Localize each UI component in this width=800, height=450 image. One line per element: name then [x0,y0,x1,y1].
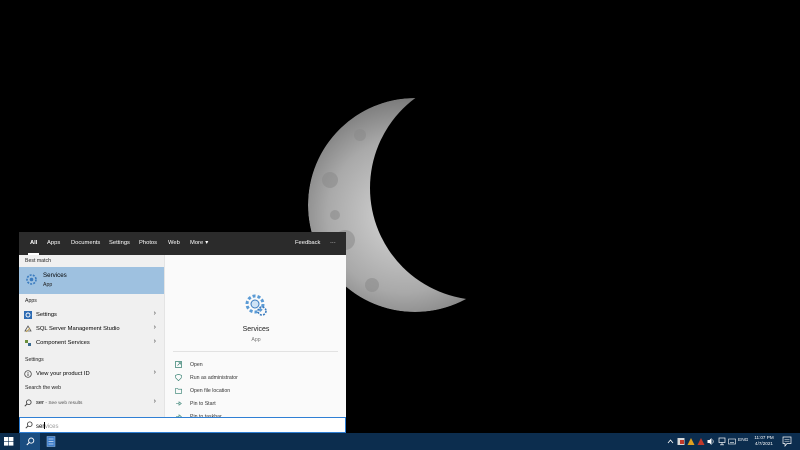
app-result-sql-server[interactable]: SQL Server Management Studio › [19,322,164,336]
chevron-right-icon[interactable]: › [154,398,156,405]
action-label: Open [190,362,203,368]
preview-subtitle: App [251,337,261,343]
pin-icon [176,401,182,406]
shield-icon [175,374,182,381]
preview-pane: Services App Open Run as administrator O… [164,255,346,420]
tab-more-label: More [190,240,204,246]
apps-heading: Apps [25,298,37,304]
keyboard-icon[interactable] [728,437,736,446]
info-icon [24,370,32,378]
action-label: Open file location [190,388,231,394]
chevron-right-icon[interactable]: › [154,324,156,331]
app-result-label: Component Services [36,339,90,346]
search-icon [26,437,35,446]
search-icon [25,421,33,429]
chevron-right-icon[interactable]: › [154,338,156,345]
chevron-down-icon: ▾ [205,240,209,246]
search-panel: All Apps Documents Settings Photos Web M… [19,232,346,433]
taskbar-search-button[interactable] [20,433,40,450]
component-services-icon [25,340,31,346]
tab-photos[interactable]: Photos [139,232,157,255]
open-icon [175,361,182,368]
chevron-right-icon[interactable]: › [154,369,156,376]
tab-more[interactable]: More ▾ [190,232,208,255]
feedback-button[interactable]: Feedback [295,232,320,255]
folder-icon [175,388,182,394]
search-typed-text: ser [36,424,45,430]
tray-app-icon[interactable] [677,437,685,446]
settings-app-icon [24,311,32,319]
best-match-item[interactable]: Services App [19,267,164,294]
search-icon [24,399,32,407]
preview-title: Services [242,326,270,333]
setting-result-label: View your product ID [36,370,90,377]
web-search-result[interactable]: ser - See web results › [19,396,164,410]
web-result-query: ser [36,399,45,406]
web-result-suffix: - See web results [44,400,83,406]
taskbar: ENG 11:07 PM 4/7/2021 [0,433,800,450]
services-gear-icon [26,274,37,285]
clock[interactable]: 11:07 PM 4/7/2021 [752,435,776,447]
tab-settings[interactable]: Settings [109,232,130,255]
network-icon[interactable] [718,437,726,446]
search-autocomplete-suggestion: vices [44,424,59,430]
volume-icon[interactable] [707,437,715,446]
chevron-up-icon[interactable] [667,437,674,446]
language-indicator[interactable]: ENG [738,438,748,443]
search-input[interactable]: services [36,422,59,430]
search-tabs: All Apps Documents Settings Photos Web M… [19,232,346,255]
clock-date: 4/7/2021 [755,441,773,446]
results-list: Best match Services App Apps Settings › … [19,255,164,417]
app-result-component-services[interactable]: Component Services › [19,336,164,350]
warning-icon[interactable] [687,437,695,446]
setting-result-product-id[interactable]: View your product ID › [19,367,164,381]
red-tray-icon[interactable] [697,437,705,446]
action-label: Pin to Start [190,401,216,407]
settings-heading: Settings [25,357,44,363]
more-options-button[interactable]: ··· [330,232,336,255]
divider [173,351,338,352]
web-result-text: ser - See web results [36,400,82,406]
best-match-type: App [43,282,53,288]
tab-web[interactable]: Web [168,232,180,255]
action-label: Run as administrator [190,375,238,381]
app-result-settings[interactable]: Settings › [19,308,164,322]
chevron-right-icon[interactable]: › [154,310,156,317]
sql-server-icon [24,325,32,333]
tab-apps[interactable]: Apps [47,232,60,255]
notifications-icon[interactable] [782,436,792,447]
best-match-heading: Best match [25,258,51,264]
services-gear-icon [245,294,267,316]
search-box[interactable]: services [19,417,346,433]
app-result-label: Settings [36,311,57,318]
tab-documents[interactable]: Documents [71,232,100,255]
windows-start-icon[interactable] [4,437,14,446]
server-manager-icon[interactable] [46,436,56,447]
search-web-heading: Search the web [25,385,62,391]
tab-all[interactable]: All [27,232,40,255]
best-match-name: Services [43,272,67,279]
app-result-label: SQL Server Management Studio [36,325,120,332]
